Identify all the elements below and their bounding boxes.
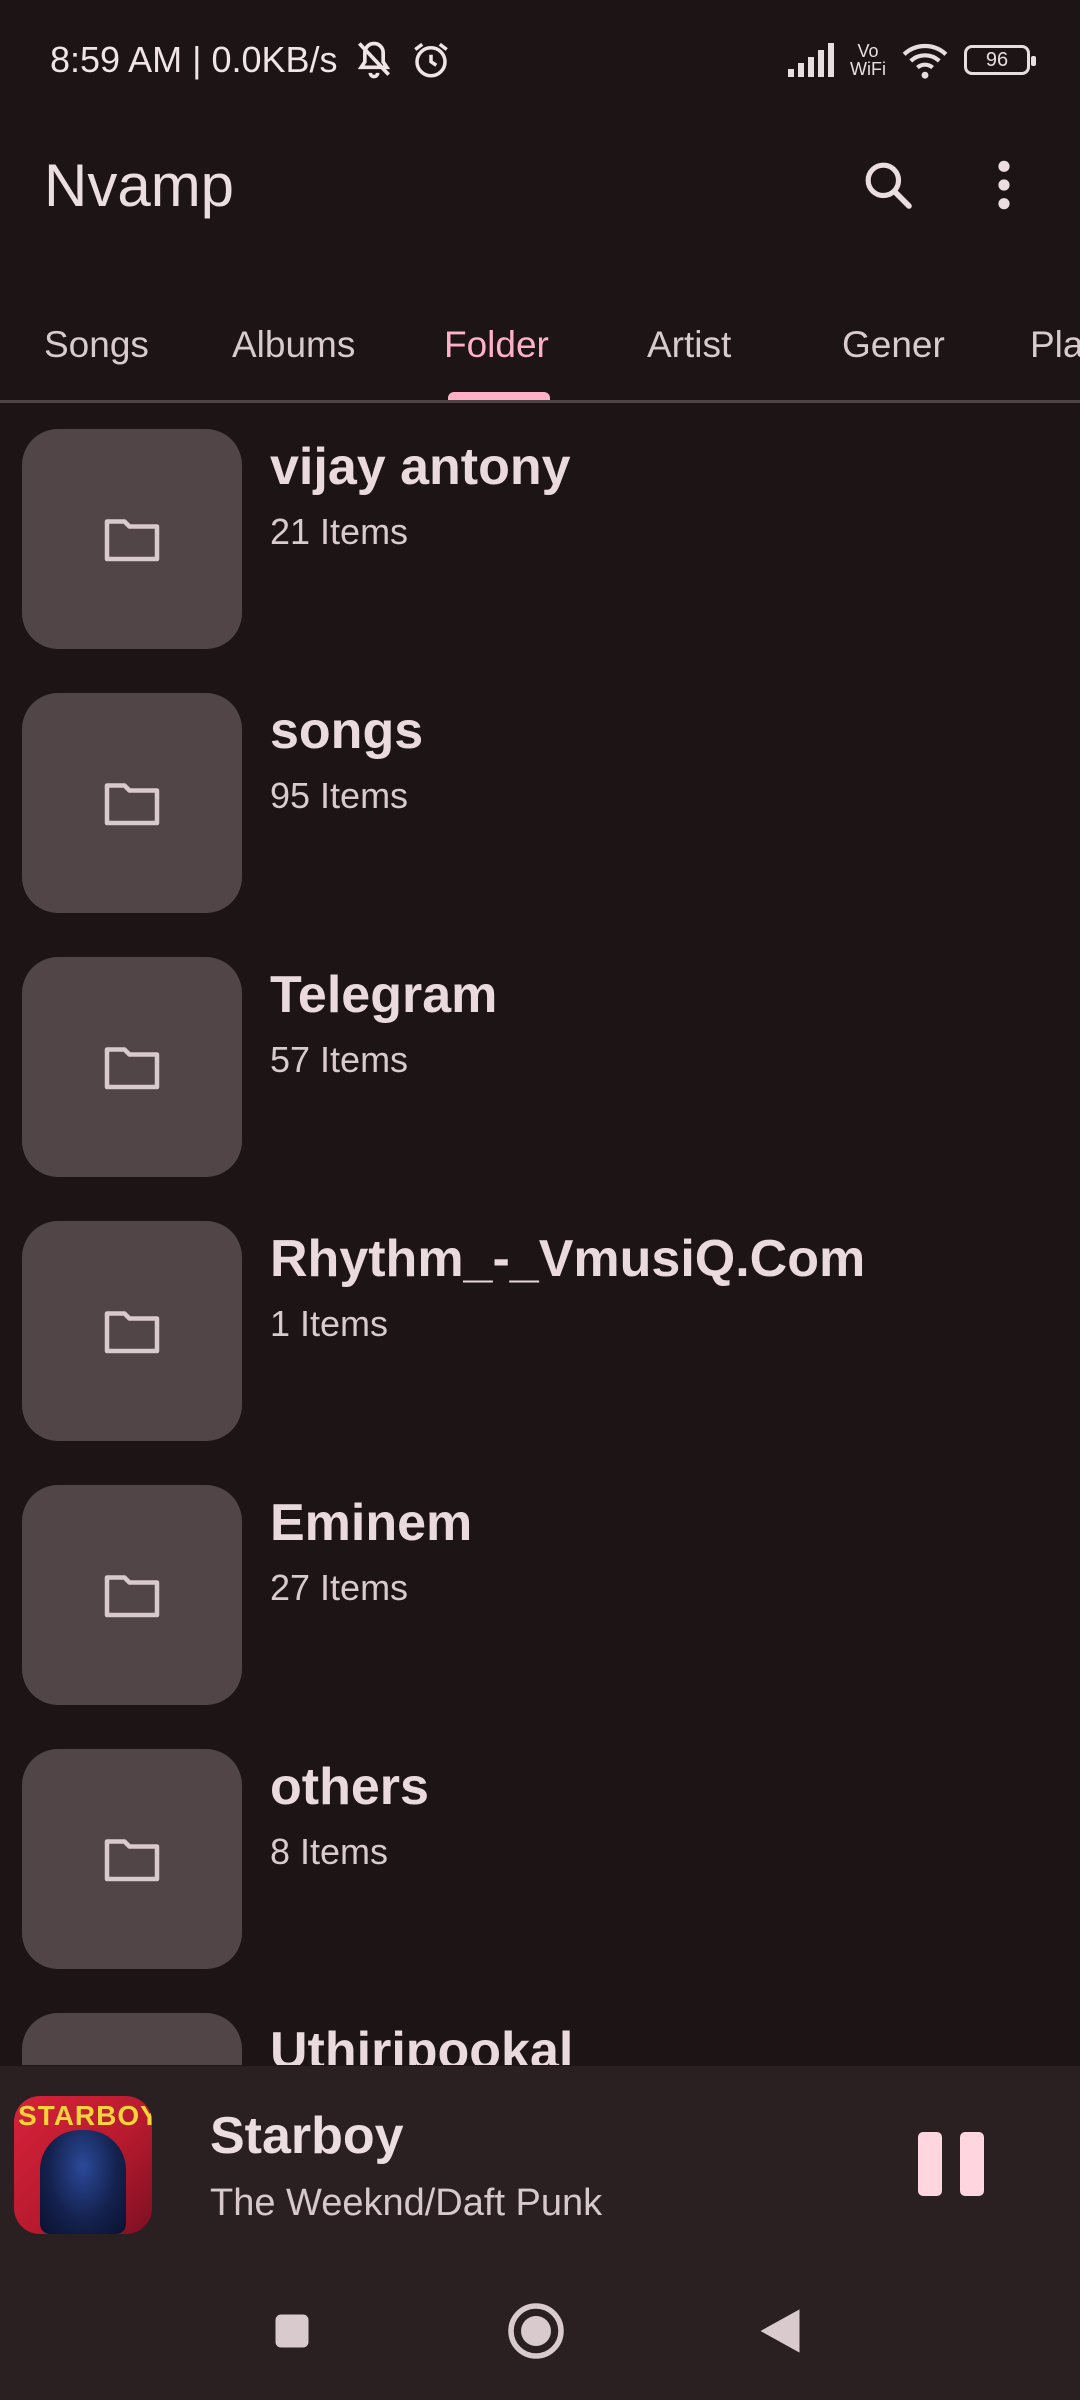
folder-name: others: [270, 1758, 429, 1816]
status-left: 8:59 AM | 0.0KB/s: [50, 38, 452, 82]
folder-name: Uthiripookal: [270, 2022, 574, 2065]
tab-artist[interactable]: Artist: [647, 290, 731, 400]
vowifi-line2: WiFi: [850, 59, 886, 79]
folder-icon: [104, 519, 160, 562]
back-icon: [760, 2309, 800, 2353]
album-art-figure: [40, 2130, 126, 2234]
folder-thumbnail: [22, 1485, 242, 1705]
tab-albums[interactable]: Albums: [232, 290, 355, 400]
list-item[interactable]: Telegram 57 Items: [0, 931, 1080, 1195]
mini-player[interactable]: STARBOY Starboy The Weeknd/Daft Punk: [0, 2066, 1080, 2266]
folder-item-count: 8 Items: [270, 1831, 389, 1872]
app-title: Nvamp: [44, 151, 235, 219]
tab-folder[interactable]: Folder: [444, 290, 549, 400]
search-button[interactable]: [856, 153, 920, 217]
pause-icon: [918, 2132, 942, 2196]
vowifi-indicator: Vo WiFi: [850, 42, 886, 78]
folder-icon: [104, 1047, 160, 1090]
system-nav-bar: [0, 2266, 1080, 2400]
signal-icon: [788, 43, 835, 77]
home-icon: [508, 2303, 564, 2359]
list-item[interactable]: others 8 Items: [0, 1723, 1080, 1987]
search-icon: [865, 162, 912, 209]
pause-button[interactable]: [918, 2132, 994, 2204]
list-item[interactable]: vijay antony 21 Items: [0, 403, 1080, 667]
folder-thumbnail: [22, 957, 242, 1177]
folder-item-count: 95 Items: [270, 775, 409, 816]
status-bar: 8:59 AM | 0.0KB/s Vo WiFi 96: [0, 0, 1080, 120]
folder-name: vijay antony: [270, 438, 571, 496]
album-art-text: STARBOY: [18, 2100, 152, 2131]
mute-bell-icon: [357, 41, 390, 79]
list-item[interactable]: Uthiripookal: [0, 1987, 1080, 2065]
folder-name: Eminem: [270, 1494, 473, 1552]
album-art[interactable]: STARBOY: [14, 2096, 152, 2234]
tab-songs[interactable]: Songs: [44, 290, 149, 400]
tab-gener[interactable]: Gener: [842, 290, 945, 400]
battery-indicator: 96: [964, 45, 1036, 75]
folder-name: Rhythm_-_VmusiQ.Com: [270, 1230, 866, 1288]
more-vert-icon: [998, 160, 1010, 210]
folder-item-count: 21 Items: [270, 511, 409, 552]
folder-thumbnail: [22, 429, 242, 649]
vowifi-line1: Vo: [857, 41, 879, 61]
folder-icon: [104, 1839, 160, 1882]
folder-thumbnail: [22, 693, 242, 913]
back-button[interactable]: [740, 2296, 820, 2366]
battery-level: 96: [985, 48, 1009, 71]
folder-list: vijay antony 21 Items songs 95 Items Tel…: [0, 403, 1080, 2065]
appbar-actions: [856, 153, 1036, 217]
app-bar: Nvamp: [0, 120, 1080, 250]
list-item[interactable]: Eminem 27 Items: [0, 1459, 1080, 1723]
status-time: 8:59 AM | 0.0KB/s: [50, 39, 338, 80]
pause-icon-bar: [960, 2132, 984, 2196]
folder-item-count: 1 Items: [270, 1303, 389, 1344]
recents-icon: [275, 2314, 309, 2348]
folder-name: songs: [270, 702, 424, 760]
folder-icon: [104, 1311, 160, 1354]
list-item[interactable]: Rhythm_-_VmusiQ.Com 1 Items: [0, 1195, 1080, 1459]
wifi-icon: [902, 43, 948, 79]
folder-thumbnail: [22, 2013, 242, 2065]
recents-button[interactable]: [252, 2296, 332, 2366]
song-title: Starboy: [210, 2107, 404, 2165]
home-button[interactable]: [496, 2296, 576, 2366]
folder-icon: [104, 783, 160, 826]
folder-thumbnail: [22, 1221, 242, 1441]
folder-thumbnail: [22, 1749, 242, 1969]
folder-icon: [104, 1575, 160, 1618]
folder-item-count: 57 Items: [270, 1039, 409, 1080]
tab-indicator: [448, 392, 550, 400]
more-options-button[interactable]: [972, 153, 1036, 217]
tab-playlist[interactable]: Pla: [1030, 290, 1080, 400]
alarm-icon: [413, 42, 448, 78]
tab-bar: Songs Albums Folder Artist Gener Pla: [0, 290, 1080, 403]
folder-name: Telegram: [270, 966, 498, 1024]
folder-item-count: 27 Items: [270, 1567, 409, 1608]
status-right: Vo WiFi 96: [786, 41, 1036, 79]
song-artist: The Weeknd/Daft Punk: [210, 2182, 603, 2224]
list-item[interactable]: songs 95 Items: [0, 667, 1080, 931]
